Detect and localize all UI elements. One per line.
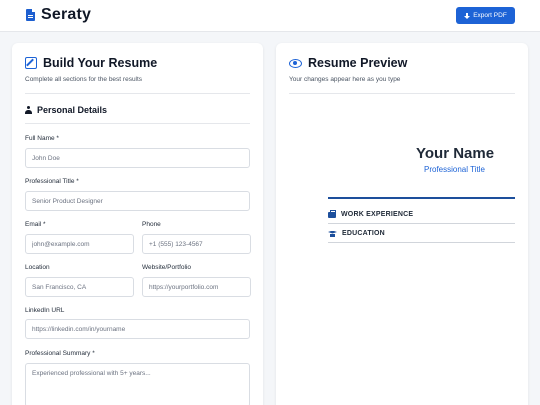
preview-divider	[289, 93, 515, 94]
top-bar: Seraty Export PDF	[0, 0, 540, 32]
website-input[interactable]	[142, 277, 251, 297]
work-experience-section: WORK EXPERIENCE	[328, 209, 414, 218]
personal-details-header[interactable]: Personal Details	[25, 105, 107, 115]
preview-header: Resume Preview	[289, 56, 407, 70]
resume-name: Your Name	[416, 145, 495, 162]
builder-header: Build Your Resume	[25, 56, 157, 70]
edit-icon	[25, 57, 37, 69]
professional-title-input[interactable]	[25, 191, 250, 211]
builder-panel: Build Your Resume Complete all sections …	[12, 43, 263, 405]
builder-divider	[25, 93, 250, 94]
resume-role: Professional Title	[424, 165, 485, 174]
linkedin-input[interactable]	[25, 319, 250, 339]
export-pdf-label: Export PDF	[473, 12, 507, 19]
graduation-cap-icon	[328, 231, 337, 237]
location-input[interactable]	[25, 277, 134, 297]
education-section: EDUCATION	[328, 230, 385, 237]
work-experience-title: WORK EXPERIENCE	[341, 211, 414, 218]
summary-label: Professional Summary *	[25, 350, 95, 357]
resume-header-rule	[328, 197, 515, 199]
export-pdf-button[interactable]: Export PDF	[456, 7, 515, 24]
builder-subtitle: Complete all sections for the best resul…	[25, 76, 143, 83]
preview-subtitle: Your changes appear here as you type	[289, 76, 401, 83]
section-divider	[25, 123, 250, 124]
app-name: Seraty	[41, 6, 92, 23]
phone-label: Phone	[142, 221, 161, 228]
linkedin-label: LinkedIn URL	[25, 307, 65, 314]
education-title: EDUCATION	[342, 230, 385, 237]
email-label: Email *	[25, 221, 46, 228]
preview-title: Resume Preview	[308, 56, 408, 70]
preview-panel: Resume Preview Your changes appear here …	[276, 43, 528, 405]
website-label: Website/Portfolio	[142, 264, 192, 271]
eye-icon	[289, 58, 302, 68]
full-name-label: Full Name *	[25, 135, 59, 142]
education-rule	[328, 242, 515, 243]
summary-textarea[interactable]	[25, 363, 250, 405]
phone-input[interactable]	[142, 234, 251, 254]
user-icon	[25, 106, 32, 114]
personal-details-title: Personal Details	[37, 105, 108, 115]
builder-title: Build Your Resume	[43, 56, 158, 70]
location-label: Location	[25, 264, 50, 271]
full-name-input[interactable]	[25, 148, 250, 168]
document-icon	[26, 9, 35, 21]
brand[interactable]: Seraty	[26, 6, 91, 24]
briefcase-icon	[328, 209, 336, 218]
download-icon	[464, 12, 471, 19]
email-input[interactable]	[25, 234, 134, 254]
work-experience-rule	[328, 223, 515, 224]
professional-title-label: Professional Title *	[25, 178, 79, 185]
